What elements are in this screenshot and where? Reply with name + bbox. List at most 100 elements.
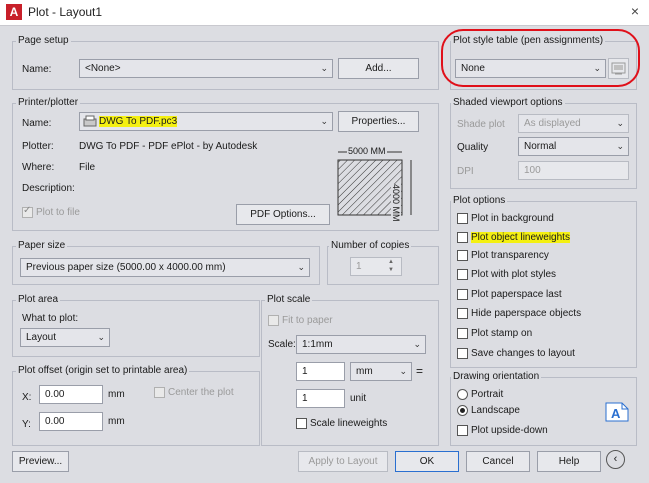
scale-dropdown[interactable]: 1:1mm ⌄	[296, 335, 426, 354]
plotter-label: Plotter:	[22, 141, 54, 152]
plot-area-label: Plot area	[16, 294, 61, 305]
page-setup-name-label: Name:	[22, 64, 52, 75]
printer-name-label: Name:	[22, 118, 52, 129]
scale-unit-dropdown[interactable]: mm ⌄	[350, 362, 412, 381]
plot-upside-down-checkbox[interactable]	[457, 425, 468, 436]
scale-lineweights-checkbox[interactable]	[296, 418, 307, 429]
plot-dialog: A Plot - Layout1 × Page setup Name: <Non…	[0, 0, 649, 483]
x-offset-input[interactable]: 0.00	[39, 385, 103, 404]
x-offset-label: X:	[22, 392, 32, 403]
what-to-plot-value: Layout	[26, 332, 57, 343]
hide-paperspace-objects-label: Hide paperspace objects	[471, 308, 582, 319]
portrait-radio[interactable]	[457, 389, 468, 400]
preview-height-label: 4000 MM	[391, 184, 401, 222]
chevron-down-icon: ⌄	[399, 366, 407, 376]
plot-in-background-label: Plot in background	[471, 213, 554, 224]
plot-transparency-checkbox[interactable]	[457, 250, 468, 261]
fit-to-paper-checkbox[interactable]	[268, 315, 279, 326]
quality-label: Quality	[457, 142, 489, 153]
plot-object-lineweights-label: Plot object lineweights	[471, 232, 570, 243]
chevron-down-icon: ⌄	[616, 118, 624, 128]
plotter-icon	[83, 114, 97, 130]
landscape-radio[interactable]	[457, 405, 468, 416]
red-annotation-outline	[441, 29, 640, 87]
page-setup-name-value: <None>	[85, 63, 121, 74]
save-changes-label: Save changes to layout	[471, 348, 575, 359]
plot-options-label: Plot options	[451, 195, 508, 206]
orientation-label: Drawing orientation	[451, 371, 542, 382]
add-button[interactable]: Add...	[338, 58, 419, 79]
plot-offset-group	[12, 371, 260, 446]
what-to-plot-label: What to plot:	[22, 313, 79, 324]
copies-input[interactable]: 1	[350, 257, 402, 276]
plotter-value: DWG To PDF - PDF ePlot - by Autodesk	[79, 141, 258, 152]
plot-transparency-label: Plot transparency	[471, 250, 549, 261]
copies-label: Number of copies	[329, 240, 412, 251]
apply-to-layout-button[interactable]: Apply to Layout	[298, 451, 388, 472]
plot-paperspace-last-checkbox[interactable]	[457, 289, 468, 300]
properties-button[interactable]: Properties...	[338, 111, 419, 132]
landscape-label: Landscape	[471, 405, 520, 416]
plot-offset-label: Plot offset (origin set to printable are…	[16, 365, 190, 376]
equals-sign: =	[416, 364, 424, 378]
printer-name-dropdown[interactable]: DWG To PDF.pc3 ⌄	[79, 112, 333, 131]
save-changes-checkbox[interactable]	[457, 348, 468, 359]
center-plot-checkbox[interactable]	[154, 387, 165, 398]
close-icon[interactable]: ×	[631, 3, 639, 19]
landscape-orientation-icon: A	[604, 401, 630, 426]
printer-plotter-label: Printer/plotter	[16, 97, 81, 108]
title-bar: A Plot - Layout1 ×	[0, 0, 649, 26]
help-button[interactable]: Help	[537, 451, 601, 472]
shade-plot-dropdown[interactable]: As displayed ⌄	[518, 114, 629, 133]
ok-button[interactable]: OK	[395, 451, 459, 472]
x-offset-value: 0.00	[45, 389, 65, 400]
autocad-logo-icon: A	[6, 4, 22, 20]
page-setup-name-dropdown[interactable]: <None> ⌄	[79, 59, 333, 78]
chevron-down-icon: ⌄	[97, 332, 105, 342]
chevron-down-icon: ⌄	[616, 141, 624, 151]
copies-spinner-icon[interactable]: ▲ ▼	[388, 258, 394, 274]
plot-to-file-label: Plot to file	[36, 207, 80, 218]
shade-plot-label: Shade plot	[457, 119, 505, 130]
cancel-button[interactable]: Cancel	[466, 451, 530, 472]
what-to-plot-dropdown[interactable]: Layout ⌄	[20, 328, 110, 347]
pdf-options-button[interactable]: PDF Options...	[236, 204, 330, 225]
dpi-label: DPI	[457, 166, 474, 177]
y-offset-input[interactable]: 0.00	[39, 412, 103, 431]
where-value: File	[79, 162, 96, 173]
plot-to-file-checkbox[interactable]	[22, 205, 33, 218]
quality-dropdown[interactable]: Normal ⌄	[518, 137, 629, 156]
paper-size-dropdown[interactable]: Previous paper size (5000.00 x 4000.00 m…	[20, 258, 310, 277]
plot-in-background-checkbox[interactable]	[457, 213, 468, 224]
plot-options-group	[450, 201, 637, 368]
plot-with-plot-styles-checkbox[interactable]	[457, 269, 468, 280]
collapse-options-icon[interactable]: ‹	[606, 450, 625, 469]
chevron-down-icon: ⌄	[320, 116, 328, 126]
scale-top-input[interactable]: 1	[296, 362, 345, 381]
plot-paperspace-last-label: Plot paperspace last	[471, 289, 562, 300]
dpi-input[interactable]: 100	[518, 161, 629, 180]
hide-paperspace-objects-checkbox[interactable]	[457, 308, 468, 319]
preview-button[interactable]: Preview...	[12, 451, 69, 472]
scale-bottom-input[interactable]: 1	[296, 389, 345, 408]
svg-text:A: A	[611, 406, 621, 421]
window-title: Plot - Layout1	[28, 5, 103, 19]
scale-lineweights-label: Scale lineweights	[310, 418, 388, 429]
paper-size-label: Paper size	[16, 240, 68, 251]
plot-stamp-on-checkbox[interactable]	[457, 328, 468, 339]
scale-unit-value: mm	[356, 366, 373, 377]
scale-unit-label: unit	[350, 393, 367, 404]
shaded-viewport-label: Shaded viewport options	[451, 97, 565, 108]
scale-label: Scale:	[268, 339, 296, 350]
preview-width-label: 5000 MM	[347, 146, 387, 156]
printer-name-value: DWG To PDF.pc3	[99, 116, 178, 127]
plot-object-lineweights-checkbox[interactable]	[457, 232, 468, 243]
page-setup-label: Page setup	[16, 35, 71, 46]
center-plot-label: Center the plot	[168, 387, 234, 398]
chevron-down-icon: ⌄	[297, 262, 305, 272]
description-label: Description:	[22, 183, 75, 194]
dpi-value: 100	[524, 165, 541, 176]
scale-value: 1:1mm	[302, 339, 333, 350]
paper-preview: 5000 MM 4000 MM	[336, 143, 424, 222]
chevron-down-icon: ⌄	[320, 63, 328, 73]
